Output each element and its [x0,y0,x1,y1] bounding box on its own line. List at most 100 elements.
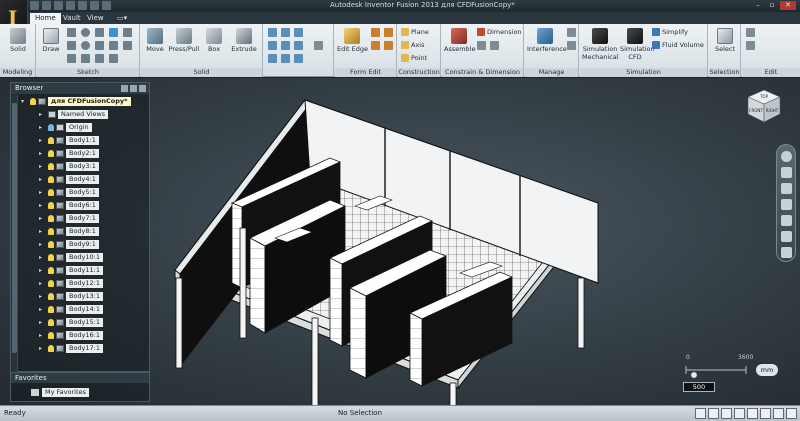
form-icon[interactable] [371,41,380,50]
print-icon[interactable] [102,1,111,10]
open-icon[interactable] [42,1,51,10]
look-at-icon[interactable] [781,231,792,242]
nav-options-icon[interactable] [781,247,792,258]
properties-icon[interactable] [567,41,576,50]
tweak-icon[interactable] [384,28,393,37]
chamfer-icon[interactable] [281,28,290,37]
tree-item-named-views[interactable]: ▸ Named Views [39,109,109,119]
fillet-icon[interactable] [268,28,277,37]
home-view-icon[interactable] [781,167,792,178]
visual-style-icon[interactable] [747,408,758,419]
expand-icon[interactable]: ▸ [39,293,46,300]
hole-icon[interactable] [268,54,277,63]
expand-icon[interactable]: ▸ [39,124,46,131]
press-pull-button[interactable]: Press/Pull [167,28,201,53]
home-icon[interactable] [90,1,99,10]
tree-item-body[interactable]: ▸ Body12:1 [39,278,104,288]
maximize-button[interactable]: ▫ [766,1,778,10]
tree-item-body[interactable]: ▸ Body4:1 [39,174,99,184]
visibility-bulb-icon[interactable] [48,188,54,196]
mirror-icon[interactable] [109,54,118,63]
simulation-cfd-button[interactable]: Simulation CFD [620,28,655,61]
expand-icon[interactable]: ▸ [39,137,46,144]
tree-item-body[interactable]: ▸ Body14:1 [39,304,104,314]
project-icon[interactable] [109,28,118,37]
thread-icon[interactable] [281,54,290,63]
snap-toggle-icon[interactable] [708,408,719,419]
edit-face-icon[interactable] [371,28,380,37]
parameters-icon[interactable] [567,28,576,37]
collapse-icon[interactable]: ▾ [21,98,28,105]
slot-icon[interactable] [95,41,104,50]
dimension-button[interactable]: Dimension [477,28,522,36]
reflection-toggle-icon[interactable] [734,408,745,419]
fillet-sketch-icon[interactable] [81,54,90,63]
constraint-icon[interactable] [477,41,486,50]
assemble-button[interactable]: Assemble [444,28,475,53]
simulation-mechanical-button[interactable]: Simulation Mechanical [582,28,619,61]
tree-item-body[interactable]: ▸ Body9:1 [39,239,99,249]
tree-root[interactable]: ▾ для CFDFusionCopy* [21,96,131,106]
offset-icon[interactable] [95,54,104,63]
expand-icon[interactable]: ▸ [39,332,46,339]
browser-menu-icon[interactable] [130,85,137,92]
visibility-bulb-icon[interactable] [48,149,54,157]
tree-item-body[interactable]: ▸ Body6:1 [39,200,99,210]
trim-icon[interactable] [67,54,76,63]
visibility-bulb-icon[interactable] [48,266,54,274]
expand-icon[interactable]: ▸ [39,319,46,326]
visibility-bulb-icon[interactable] [30,97,36,105]
new-icon[interactable] [30,1,39,10]
measure-icon[interactable] [490,41,499,50]
visibility-bulb-icon[interactable] [48,279,54,287]
expand-icon[interactable]: ▸ [39,163,46,170]
visibility-bulb-icon[interactable] [48,162,54,170]
browser-close-icon[interactable] [139,85,146,92]
text-icon[interactable] [123,41,132,50]
visibility-bulb-icon[interactable] [48,227,54,235]
expand-icon[interactable]: ▸ [39,176,46,183]
interference-button[interactable]: Interference [527,28,567,53]
expand-icon[interactable]: ▸ [39,202,46,209]
copy-icon[interactable] [746,28,755,37]
move-button[interactable]: Move [143,28,167,53]
visibility-bulb-icon[interactable] [48,318,54,326]
visibility-bulb-icon[interactable] [48,214,54,222]
tree-item-body[interactable]: ▸ Body15:1 [39,317,104,327]
expand-icon[interactable]: ▸ [39,111,46,118]
browser-scrollbar[interactable] [11,95,18,372]
tree-item-origin[interactable]: ▸ Origin [39,122,92,132]
plane-button[interactable]: Plane [401,28,429,36]
tree-item-body[interactable]: ▸ Body13:1 [39,291,104,301]
close-button[interactable]: ✕ [780,1,796,10]
tab-extra-icon[interactable]: ▭▾ [112,13,132,24]
visibility-bulb-icon[interactable] [48,136,54,144]
tree-item-body[interactable]: ▸ Body5:1 [39,187,99,197]
perspective-icon[interactable] [760,408,771,419]
rectangle-icon[interactable] [95,28,104,37]
grid-toggle-icon[interactable] [695,408,706,419]
minimize-button[interactable]: – [752,1,764,10]
tree-item-body[interactable]: ▸ Body7:1 [39,213,99,223]
polygon-icon[interactable] [123,28,132,37]
browser-search-icon[interactable] [121,85,128,92]
ellipse-icon[interactable] [81,41,90,50]
undo-icon[interactable] [66,1,75,10]
my-favorites-item[interactable]: My Favorites [31,387,89,397]
camera-icon[interactable] [786,408,797,419]
visibility-bulb-icon[interactable] [48,123,54,131]
align-icon[interactable] [314,41,323,50]
edit-edge-button[interactable]: Edit Edge [337,28,368,53]
spline-icon[interactable] [109,41,118,50]
visibility-bulb-icon[interactable] [48,292,54,300]
tree-item-body[interactable]: ▸ Body8:1 [39,226,99,236]
paste-icon[interactable] [746,41,755,50]
tree-item-body[interactable]: ▸ Body2:1 [39,148,99,158]
expand-icon[interactable]: ▸ [39,280,46,287]
select-button[interactable]: Select [711,28,739,53]
circle-icon[interactable] [81,28,90,37]
expand-icon[interactable]: ▸ [39,150,46,157]
expand-icon[interactable]: ▸ [39,215,46,222]
split-icon[interactable] [281,41,290,50]
visibility-bulb-icon[interactable] [48,240,54,248]
